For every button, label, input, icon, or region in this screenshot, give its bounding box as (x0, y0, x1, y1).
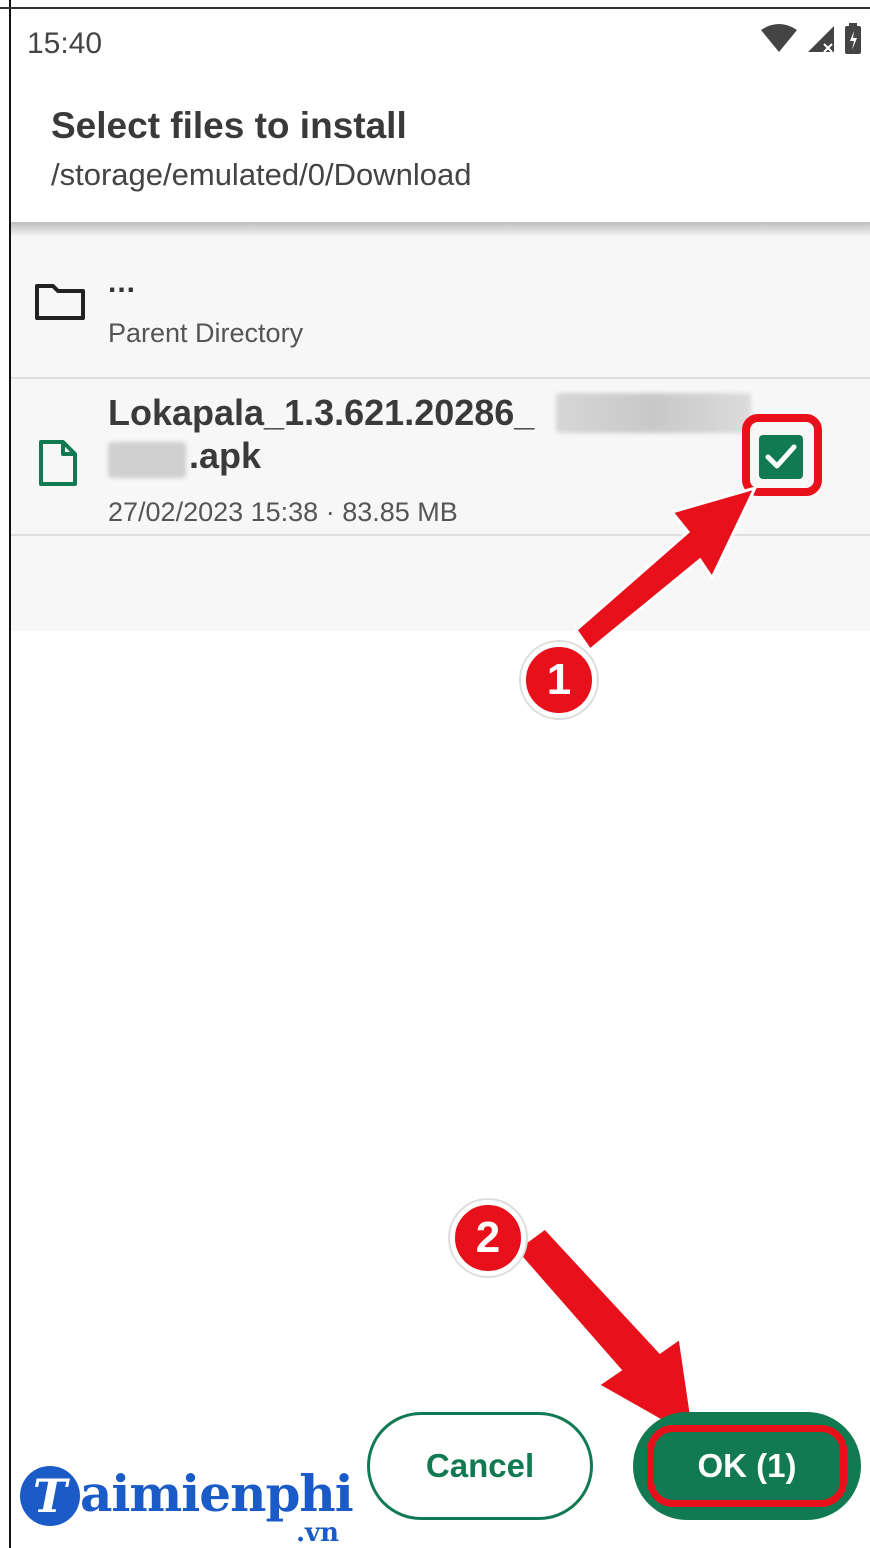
ok-button[interactable]: OK (1) (633, 1412, 861, 1520)
annotation-arrows (512, 485, 758, 1443)
logo-text: aimienphi (80, 1464, 354, 1523)
watermark-logo: T aimienphi .vn (18, 1462, 358, 1548)
step-badge-1: 1 (521, 642, 597, 718)
logo-suffix: .vn (296, 1518, 340, 1548)
logo-initial: T (20, 1466, 80, 1526)
cancel-button[interactable]: Cancel (367, 1412, 593, 1520)
step-badge-2: 2 (450, 1200, 526, 1276)
arrow-to-checkbox (573, 485, 758, 653)
